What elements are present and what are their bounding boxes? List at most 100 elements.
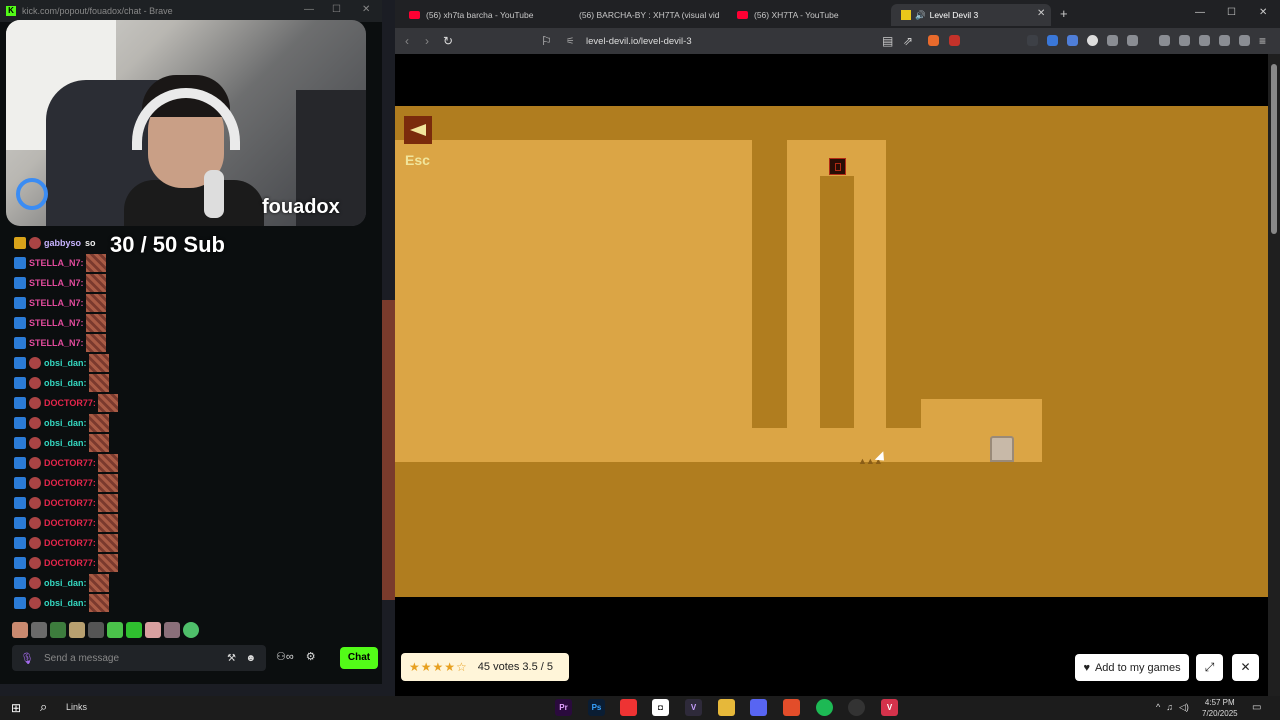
sub-badge-icon: [14, 317, 26, 329]
chat-username[interactable]: STELLA_N7:: [29, 318, 84, 328]
clock[interactable]: 4:57 PM 7/20/2025: [1202, 697, 1238, 719]
bookmark-icon[interactable]: ⚐: [541, 34, 552, 48]
notification-icon[interactable]: ▭: [1252, 702, 1261, 713]
chat-username[interactable]: obsi_dan:: [44, 578, 87, 588]
extension-icon[interactable]: [1087, 35, 1098, 46]
emoji-icon[interactable]: ☻: [245, 653, 256, 664]
vegas-icon[interactable]: V: [685, 699, 702, 716]
address-bar[interactable]: ⚟ level-devil.io/level-devil-3: [560, 32, 905, 50]
share-icon[interactable]: ⇗: [903, 34, 913, 48]
maximize-button[interactable]: ☐: [332, 4, 341, 15]
extension-icon[interactable]: [1067, 35, 1078, 46]
chat-username[interactable]: STELLA_N7:: [29, 338, 84, 348]
emote-icon[interactable]: [107, 622, 123, 638]
emote-icon[interactable]: [31, 622, 47, 638]
emote-icon[interactable]: [12, 622, 28, 638]
site-info-icon[interactable]: ⚟: [566, 36, 575, 47]
speaker-icon[interactable]: 🔊: [915, 10, 926, 21]
extension-icon[interactable]: [1027, 35, 1038, 46]
menu-icon[interactable]: ≡: [1259, 34, 1266, 48]
taskbar-links[interactable]: Links: [66, 702, 87, 712]
extension-icon[interactable]: [1127, 35, 1138, 46]
wallet-icon[interactable]: [1199, 35, 1210, 46]
chat-username[interactable]: DOCTOR77:: [44, 538, 96, 548]
leo-ai-icon[interactable]: [1219, 35, 1230, 46]
emote-icon[interactable]: [164, 622, 180, 638]
emote-icon[interactable]: [69, 622, 85, 638]
close-button[interactable]: ✕: [362, 4, 370, 15]
chat-username[interactable]: STELLA_N7:: [29, 298, 84, 308]
game-canvas[interactable]: Esc ▲▲▲: [395, 106, 1268, 597]
chat-username[interactable]: DOCTOR77:: [44, 558, 96, 568]
fullscreen-icon[interactable]: ✕: [1232, 654, 1259, 681]
photoshop-icon[interactable]: Ps: [588, 699, 605, 716]
expand-icon[interactable]: ⤢: [1196, 654, 1223, 681]
sidebar-icon[interactable]: [1179, 35, 1190, 46]
emote-icon[interactable]: [88, 622, 104, 638]
tab-youtube-2[interactable]: (56) BARCHA-BY : XH7TA (visual vide: [563, 4, 719, 26]
chat-username[interactable]: DOCTOR77:: [44, 498, 96, 508]
chat-username[interactable]: obsi_dan:: [44, 438, 87, 448]
tab-youtube-3[interactable]: (56) XH7TA - YouTube: [727, 4, 883, 26]
send-chat-button[interactable]: Chat: [340, 647, 378, 669]
emote-icon[interactable]: [183, 622, 199, 638]
tray-chevron-icon[interactable]: ^: [1156, 702, 1160, 713]
music-icon[interactable]: [1159, 35, 1170, 46]
emote-icon[interactable]: [145, 622, 161, 638]
chat-username[interactable]: obsi_dan:: [44, 418, 87, 428]
chat-username[interactable]: STELLA_N7:: [29, 258, 84, 268]
mic-icon[interactable]: 🎙: [20, 652, 34, 665]
chat-message-input[interactable]: 🎙 Send a message ⚒ ☻: [12, 645, 266, 671]
discord-icon[interactable]: [750, 699, 767, 716]
volume-icon[interactable]: ◁): [1179, 702, 1189, 713]
capcut-icon[interactable]: ◘: [652, 699, 669, 716]
rating-widget[interactable]: ★★★★☆ 45 votes 3.5 / 5: [401, 653, 569, 681]
maximize-button[interactable]: ☐: [1227, 7, 1236, 18]
chat-username[interactable]: obsi_dan:: [44, 358, 87, 368]
premiere-pro-icon[interactable]: Pr: [555, 699, 572, 716]
chat-username[interactable]: STELLA_N7:: [29, 278, 84, 288]
obs-icon[interactable]: [848, 699, 865, 716]
chat-username[interactable]: DOCTOR77:: [44, 398, 96, 408]
extension-icon[interactable]: [1047, 35, 1058, 46]
brave-browser-icon[interactable]: [783, 699, 800, 716]
windows-start-icon[interactable]: ⊞: [11, 701, 21, 715]
emote-icon[interactable]: [126, 622, 142, 638]
chat-username[interactable]: DOCTOR77:: [44, 518, 96, 528]
headset-icon[interactable]: ♫: [1166, 702, 1173, 713]
emote-icon[interactable]: [50, 622, 66, 638]
viewers-icon[interactable]: ⚇∞: [276, 650, 294, 663]
new-tab-plus-icon[interactable]: +: [1060, 6, 1068, 21]
tab-level-devil[interactable]: 🔊 Level Devil 3: [891, 4, 1051, 26]
spotify-icon[interactable]: [816, 699, 833, 716]
settings-gear-icon[interactable]: ⚙: [306, 650, 316, 663]
minimize-button[interactable]: —: [1195, 7, 1205, 18]
extensions-puzzle-icon[interactable]: [1107, 35, 1118, 46]
rating-stars-icon[interactable]: ★★★★☆: [409, 660, 468, 674]
valorant-icon[interactable]: V: [881, 699, 898, 716]
reload-icon[interactable]: ↻: [443, 34, 453, 48]
close-window-button[interactable]: ✕: [1259, 7, 1267, 18]
page-scrollbar[interactable]: [1268, 54, 1280, 696]
nintendo-switch-icon[interactable]: [620, 699, 637, 716]
command-icon[interactable]: ⚒: [227, 653, 236, 664]
chat-username[interactable]: DOCTOR77:: [44, 478, 96, 488]
minimize-button[interactable]: —: [304, 4, 314, 15]
brave-shields-icon[interactable]: [928, 35, 939, 46]
back-button[interactable]: [404, 116, 432, 144]
back-arrow-icon[interactable]: ‹: [405, 34, 409, 48]
chat-username[interactable]: gabbyso: [44, 238, 81, 248]
file-explorer-icon[interactable]: [718, 699, 735, 716]
vpn-shield-icon[interactable]: [1239, 35, 1250, 46]
search-icon[interactable]: ⌕: [40, 699, 47, 715]
scrollbar-thumb[interactable]: [1271, 64, 1277, 234]
add-to-my-games-button[interactable]: ♥ Add to my games: [1075, 654, 1189, 681]
chat-username[interactable]: DOCTOR77:: [44, 458, 96, 468]
chat-username[interactable]: obsi_dan:: [44, 378, 87, 388]
forward-arrow-icon[interactable]: ›: [425, 34, 429, 48]
tab-youtube-1[interactable]: (56) xh7ta barcha - YouTube: [399, 4, 555, 26]
close-tab-icon[interactable]: ✕: [1037, 8, 1045, 19]
brave-rewards-icon[interactable]: [949, 35, 960, 46]
chat-username[interactable]: obsi_dan:: [44, 598, 87, 608]
reader-mode-icon[interactable]: ▤: [882, 34, 893, 48]
